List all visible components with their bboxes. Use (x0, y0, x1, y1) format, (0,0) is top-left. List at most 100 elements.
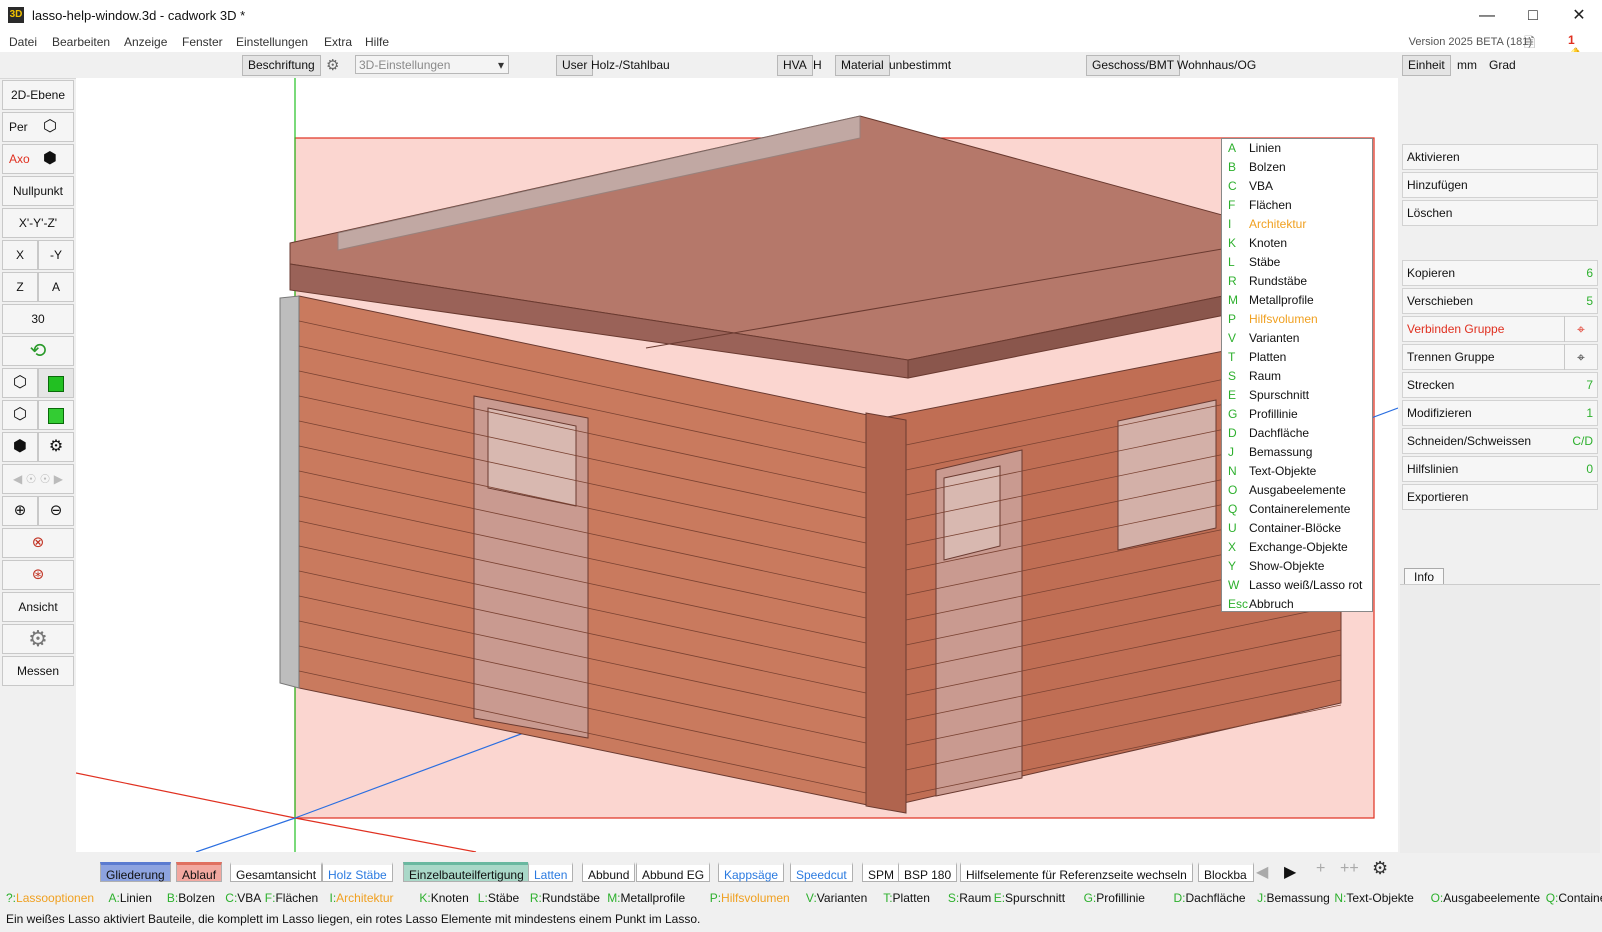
tab-10[interactable]: SPM (862, 862, 901, 882)
axonometric-button[interactable]: Axo ⬢ (2, 144, 74, 174)
right-button-2[interactable]: Löschen (1402, 200, 1598, 226)
lasso-option-18[interactable]: O Ausgabeelemente (1222, 481, 1372, 500)
hva-button[interactable]: HVA (777, 55, 813, 76)
right-button-10[interactable]: Hilfslinien 0 (1402, 456, 1598, 482)
material-button[interactable]: Material (835, 55, 890, 76)
cube-render-button[interactable]: ⬢ (2, 432, 38, 462)
menu-fenster[interactable]: Fenster (182, 35, 223, 49)
zoom-out-button[interactable]: ⊖ (38, 496, 74, 526)
menu-extra[interactable]: Extra (324, 35, 352, 49)
minimize-icon[interactable]: — (1464, 0, 1510, 32)
lasso-option-9[interactable]: P Hilfsvolumen (1222, 310, 1372, 329)
minus-y-view-button[interactable]: -Y (38, 240, 74, 270)
tab-3[interactable]: Holz Stäbe (322, 862, 393, 882)
lasso-option-2[interactable]: C VBA (1222, 177, 1372, 196)
thirty-button[interactable]: 30 (2, 304, 74, 334)
x-view-button[interactable]: X (2, 240, 38, 270)
lasso-option-5[interactable]: K Knoten (1222, 234, 1372, 253)
lasso-option-6[interactable]: L Stäbe (1222, 253, 1372, 272)
ansicht-button[interactable]: Ansicht (2, 592, 74, 622)
lasso-option-22[interactable]: Y Show-Objekte (1222, 557, 1372, 576)
zoom-all-button[interactable]: ⊗ (2, 528, 74, 558)
right-button-1[interactable]: Hinzufügen (1402, 172, 1598, 198)
lasso-option-17[interactable]: N Text-Objekte (1222, 462, 1372, 481)
user-button[interactable]: User (556, 55, 594, 76)
lasso-option-23[interactable]: W Lasso weiß/Lasso rot (1222, 576, 1372, 595)
lasso-option-10[interactable]: V Varianten (1222, 329, 1372, 348)
lasso-option-24[interactable]: Esc Abbruch (1222, 595, 1372, 614)
menu-anzeige[interactable]: Anzeige (124, 35, 167, 49)
messen-button[interactable]: Messen (2, 656, 74, 686)
right-button-6[interactable]: Trennen Gruppe ⌖ (1402, 344, 1598, 370)
lasso-option-4[interactable]: I Architektur (1222, 215, 1372, 234)
right-button-7[interactable]: Strecken 7 (1402, 372, 1598, 398)
nullpunkt-button[interactable]: Nullpunkt (2, 176, 74, 206)
hidden-line-button[interactable]: ⬡ (2, 400, 38, 430)
einheit-button[interactable]: Einheit (1402, 55, 1451, 76)
geschoss-button[interactable]: Geschoss/BMT (1086, 55, 1181, 76)
gear-icon[interactable]: ⚙ (326, 56, 339, 74)
zoom-window-button[interactable]: ⊛ (2, 560, 74, 590)
tab-settings-icon[interactable]: ⚙ (1372, 858, 1388, 879)
zoom-in-button[interactable]: ⊕ (2, 496, 38, 526)
maximize-icon[interactable]: □ (1510, 0, 1556, 32)
right-button-11[interactable]: Exportieren (1402, 484, 1598, 510)
add-tabs-icon[interactable]: ++ (1340, 860, 1359, 878)
right-button-5[interactable]: Verbinden Gruppe ⌖ (1402, 316, 1598, 342)
tab-0[interactable]: Gliederung (100, 862, 171, 882)
right-button-9[interactable]: Schneiden/Schweissen C/D (1402, 428, 1598, 454)
lasso-option-1[interactable]: B Bolzen (1222, 158, 1372, 177)
right-button-0[interactable]: Aktivieren (1402, 144, 1598, 170)
tab-13[interactable]: Blockba (1198, 862, 1254, 882)
lasso-option-16[interactable]: J Bemassung (1222, 443, 1372, 462)
close-icon[interactable]: ✕ (1556, 0, 1602, 32)
split-group-icon[interactable]: ⌖ (1564, 344, 1597, 370)
lasso-option-7[interactable]: R Rundstäbe (1222, 272, 1372, 291)
perspective-button[interactable]: Per ⬡ (2, 112, 74, 142)
lasso-option-15[interactable]: D Dachfläche (1222, 424, 1372, 443)
tab-12[interactable]: Hilfselemente für Referenzseite wechseln (960, 862, 1193, 882)
add-tab-icon[interactable]: + (1316, 860, 1325, 878)
lasso-option-13[interactable]: E Spurschnitt (1222, 386, 1372, 405)
beschriftung-button[interactable]: Beschriftung (242, 55, 321, 76)
tab-next-icon[interactable]: ▶ (1284, 862, 1296, 882)
menu-einstellungen[interactable]: Einstellungen (236, 35, 308, 49)
a-view-button[interactable]: A (38, 272, 74, 302)
lasso-option-21[interactable]: X Exchange-Objekte (1222, 538, 1372, 557)
lasso-option-8[interactable]: M Metallprofile (1222, 291, 1372, 310)
lasso-option-20[interactable]: U Container-Blöcke (1222, 519, 1372, 538)
right-button-4[interactable]: Verschieben 5 (1402, 288, 1598, 314)
tab-1[interactable]: Ablauf (176, 862, 223, 882)
right-button-8[interactable]: Modifizieren 1 (1402, 400, 1598, 426)
notification-icon[interactable]: 1🔔 (1568, 33, 1588, 61)
solid-button[interactable] (38, 368, 74, 398)
settings-dropdown[interactable]: 3D-Einstellungen ▾ (355, 55, 509, 74)
rotate-view-button[interactable]: ⟲ (2, 336, 74, 366)
z-view-button[interactable]: Z (2, 272, 38, 302)
tab-6[interactable]: Abbund (582, 862, 636, 882)
lasso-option-14[interactable]: G Profillinie (1222, 405, 1372, 424)
shaded-button[interactable] (38, 400, 74, 430)
settings-gear-button[interactable]: ⚙ (2, 624, 74, 654)
tab-4[interactable]: Einzelbauteilfertigung (403, 862, 530, 882)
tab-prev-icon[interactable]: ◀ (1256, 862, 1268, 882)
menu-datei[interactable]: Datei (9, 35, 37, 49)
right-button-3[interactable]: Kopieren 6 (1402, 260, 1598, 286)
xyz-button[interactable]: X'-Y'-Z' (2, 208, 74, 238)
wireframe-button[interactable]: ⬡ (2, 368, 38, 398)
lasso-option-0[interactable]: A Linien (1222, 139, 1372, 158)
2d-ebene-button[interactable]: 2D-Ebene (2, 80, 74, 110)
light-toggle-button[interactable]: ◀ ☉ ☉ ▶ (2, 464, 74, 494)
3d-viewport[interactable] (76, 78, 1398, 852)
connect-group-icon[interactable]: ⌖ (1564, 316, 1597, 342)
tab-8[interactable]: Kappsäge (718, 862, 785, 882)
gears-button[interactable]: ⚙ (38, 432, 74, 462)
tab-9[interactable]: Speedcut (790, 862, 853, 882)
lasso-option-11[interactable]: T Platten (1222, 348, 1372, 367)
tab-2[interactable]: Gesamtansicht (230, 862, 323, 882)
tab-11[interactable]: BSP 180 (898, 862, 958, 882)
menu-bearbeiten[interactable]: Bearbeiten (52, 35, 110, 49)
lasso-option-3[interactable]: F Flächen (1222, 196, 1372, 215)
menu-hilfe[interactable]: Hilfe (365, 35, 389, 49)
tab-5[interactable]: Latten (528, 862, 574, 882)
